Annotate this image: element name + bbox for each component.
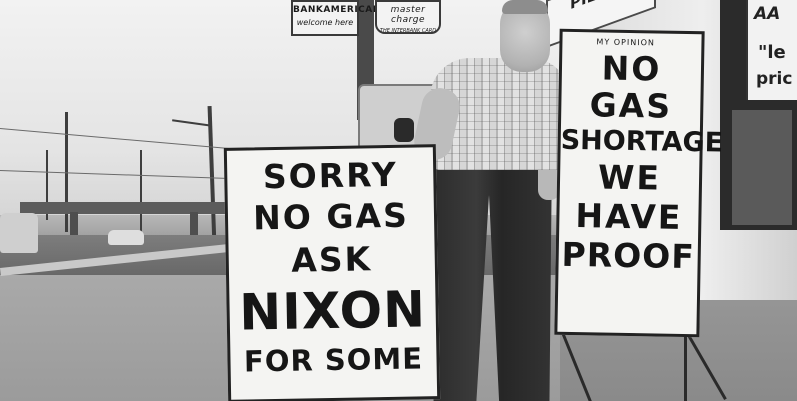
master-charge-label: master charge bbox=[390, 5, 426, 25]
utility-pole bbox=[140, 150, 142, 232]
price-sign-line: AA bbox=[754, 4, 781, 24]
left-protest-sign: SORRY NO GAS ASK NIXON FOR SOME bbox=[223, 144, 441, 401]
price-sign-line: pric bbox=[756, 69, 793, 89]
bankamericard-sublabel: welcome here bbox=[296, 18, 354, 27]
right-sign-line: WE bbox=[597, 157, 662, 198]
left-sign-line: ASK bbox=[290, 239, 373, 280]
right-sign-line: NO bbox=[601, 48, 662, 89]
overpass-bridge bbox=[20, 202, 235, 214]
bankamericard-label: BANKAMERICARD bbox=[293, 5, 389, 15]
car bbox=[108, 230, 144, 245]
master-charge-sublabel: THE INTERBANK CARD bbox=[379, 28, 437, 34]
right-protest-sign: MY OPINION NO GAS SHORTAGE WE HAVE PROOF bbox=[554, 28, 724, 338]
pump-nozzle bbox=[394, 118, 414, 142]
bankamericard-sign: BANKAMERICARD welcome here bbox=[291, 0, 389, 36]
easel-leg bbox=[684, 330, 687, 401]
price-sign-line: "le bbox=[758, 42, 786, 63]
right-sign-line: PROOF bbox=[561, 234, 696, 277]
truck bbox=[0, 213, 38, 253]
easel-leg bbox=[684, 329, 727, 401]
photo-scene: PIER AA "le pric BANKAMERICARD welcome h… bbox=[0, 0, 797, 401]
price-sign: AA "le pric bbox=[746, 0, 797, 100]
left-sign-line: FOR SOME bbox=[243, 341, 424, 379]
left-sign-line: SORRY bbox=[262, 154, 398, 197]
right-sign-line: GAS bbox=[589, 85, 673, 126]
master-charge-sign: master charge THE INTERBANK CARD bbox=[375, 0, 441, 34]
right-sign-header: MY OPINION bbox=[596, 37, 655, 48]
station-window-interior bbox=[732, 110, 792, 225]
left-sign-line: NIXON bbox=[238, 280, 427, 342]
left-sign-line: NO GAS bbox=[252, 195, 410, 238]
right-sign-line: SHORTAGE bbox=[560, 124, 724, 159]
right-sign-line: HAVE bbox=[575, 196, 683, 237]
easel-leg bbox=[560, 329, 593, 401]
man-hair bbox=[502, 0, 548, 14]
station-sign-text: PIER bbox=[570, 0, 608, 13]
